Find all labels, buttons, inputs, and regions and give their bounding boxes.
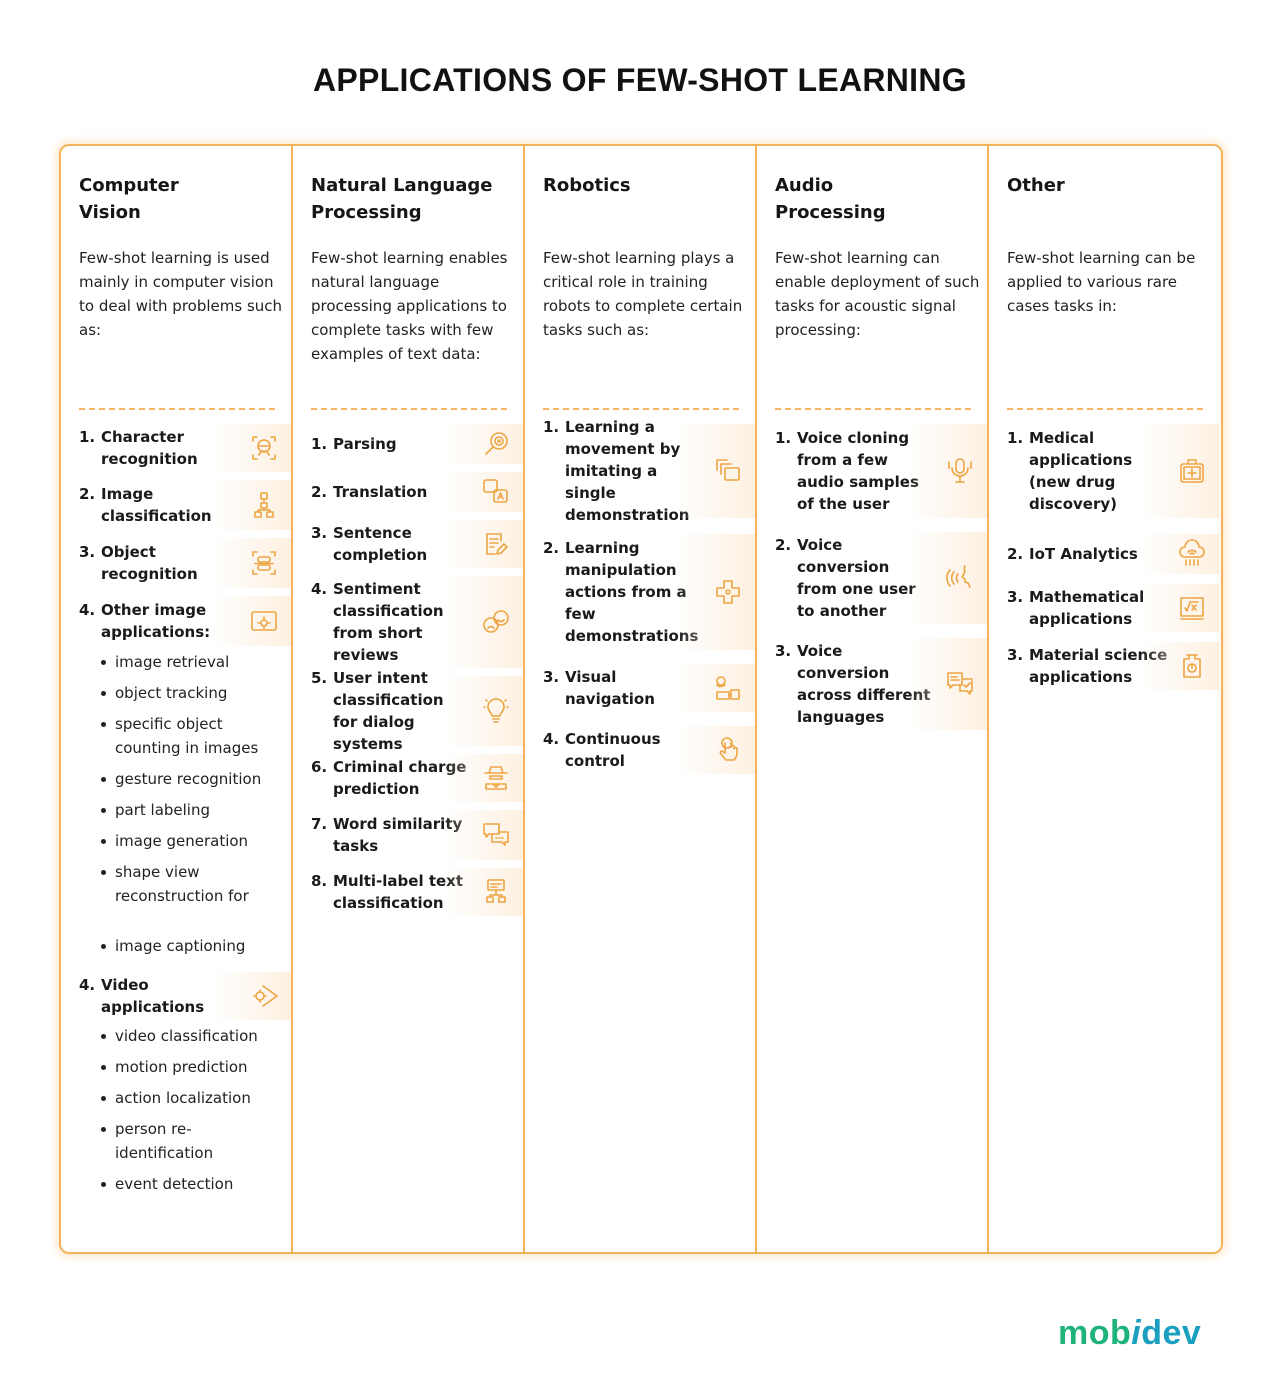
object-scan-icon — [247, 546, 281, 580]
lightbulb-icon — [479, 694, 513, 728]
column-heading: Audio Processing — [775, 175, 886, 223]
medical-kit-icon — [1175, 454, 1209, 488]
touch-hand-icon — [711, 733, 745, 767]
column-other: Other Few-shot learning can be applied t… — [989, 146, 1221, 1252]
list-item: 4. Continuous control — [525, 726, 755, 774]
column-robotics: Robotics Few-shot learning plays a criti… — [525, 146, 757, 1252]
copy-layers-icon — [711, 454, 745, 488]
list-item: 3. Sentence completion — [293, 520, 523, 568]
emotion-faces-icon — [479, 605, 513, 639]
item-list: 1. Parsing 2. Translation 3. Sentence compl… — [293, 424, 523, 924]
list-item: 7. Word similarity tasks — [293, 810, 523, 860]
column-computer-vision: Computer Vision Few-shot learning is use… — [61, 146, 293, 1252]
dashed-divider — [1007, 408, 1203, 410]
list-item: 4. Video applications — [61, 972, 291, 1020]
list-item: 3. Material science applications — [989, 642, 1219, 690]
flask-icon — [1175, 649, 1209, 683]
column-audio-processing: Audio Processing Few-shot learning can e… — [757, 146, 989, 1252]
dashed-divider — [775, 408, 971, 410]
item-list: 1. Voice cloning from a few audio samples… — [757, 424, 987, 738]
list-item: 1. Learning a movement by imitating a sin… — [525, 418, 755, 524]
bullet-list: image retrieval object tracking specific… — [61, 650, 291, 958]
chat-bubbles-icon — [479, 818, 513, 852]
list-item: 4. Other image applications: — [61, 596, 291, 646]
column-description: Few-shot learning can be applied to vari… — [1007, 249, 1196, 315]
list-item: 6. Criminal charge prediction — [293, 754, 523, 802]
video-gear-icon — [247, 979, 281, 1013]
document-edit-icon — [479, 527, 513, 561]
list-item: 2. Image classification — [61, 480, 291, 530]
text-hierarchy-icon — [479, 875, 513, 909]
list-item: 8. Multi-label text classification — [293, 868, 523, 916]
detective-icon — [479, 761, 513, 795]
magnifier-target-icon — [479, 427, 513, 461]
hierarchy-icon — [247, 488, 281, 522]
column-description: Few-shot learning plays a critical role … — [543, 249, 743, 339]
list-item: 3. Mathematical applications — [989, 584, 1219, 632]
list-item: 1. Parsing — [293, 424, 523, 464]
list-item: 3. Object recognition — [61, 538, 291, 588]
microphone-icon — [943, 454, 977, 488]
list-item: 2. Learning manipulation actions from a f… — [525, 534, 755, 650]
column-heading: Other — [1007, 175, 1065, 196]
dashed-divider — [543, 408, 739, 410]
column-description: Few-shot learning enables natural langua… — [311, 249, 508, 363]
column-heading: Robotics — [543, 175, 631, 196]
face-scan-icon — [247, 431, 281, 465]
language-chat-icon — [943, 667, 977, 701]
item-list: 1. Medical applications (new drug discove… — [989, 424, 1219, 698]
list-item: 5. User intent classification for dialog … — [293, 669, 523, 753]
list-item: 2. Translation — [293, 472, 523, 512]
list-item: 2. IoT Analytics — [989, 534, 1219, 574]
image-gear-icon — [247, 604, 281, 638]
dashed-divider — [311, 408, 507, 410]
cloud-iot-icon — [1175, 537, 1209, 571]
list-item: 1. Voice cloning from a few audio samples… — [757, 424, 987, 518]
bullet-list: video classification motion prediction a… — [61, 1024, 291, 1196]
route-pin-icon — [711, 671, 745, 705]
list-item: 3. Visual navigation — [525, 664, 755, 712]
list-item: 1. Medical applications (new drug discove… — [989, 424, 1219, 518]
list-item: 3. Voice conversion across different lang… — [757, 638, 987, 730]
page-title: APPLICATIONS OF FEW-SHOT LEARNING — [313, 62, 967, 98]
list-item: 4. Sentiment classification from short re… — [293, 576, 523, 668]
column-heading: Natural Language Processing — [311, 175, 493, 223]
column-natural-language-processing: Natural Language Processing Few-shot lea… — [293, 146, 525, 1252]
column-description: Few-shot learning can enable deployment … — [775, 249, 980, 339]
voice-speaking-icon — [943, 561, 977, 595]
column-description: Few-shot learning is used mainly in comp… — [79, 249, 283, 339]
list-item: 2. Voice conversion from one user to anot… — [757, 532, 987, 624]
gamepad-cross-icon — [711, 575, 745, 609]
square-root-icon — [1175, 591, 1209, 625]
list-item: 1. Character recognition — [61, 424, 291, 472]
dashed-divider — [79, 408, 275, 410]
translate-icon — [479, 475, 513, 509]
mobidev-logo: mobidev — [1058, 1314, 1202, 1352]
item-list: 1. Character recognition 2. Image classifi… — [61, 424, 291, 1203]
column-heading: Computer Vision — [79, 175, 179, 223]
item-list: 1. Learning a movement by imitating a sin… — [525, 418, 755, 782]
applications-board: Computer Vision Few-shot learning is use… — [59, 144, 1223, 1254]
